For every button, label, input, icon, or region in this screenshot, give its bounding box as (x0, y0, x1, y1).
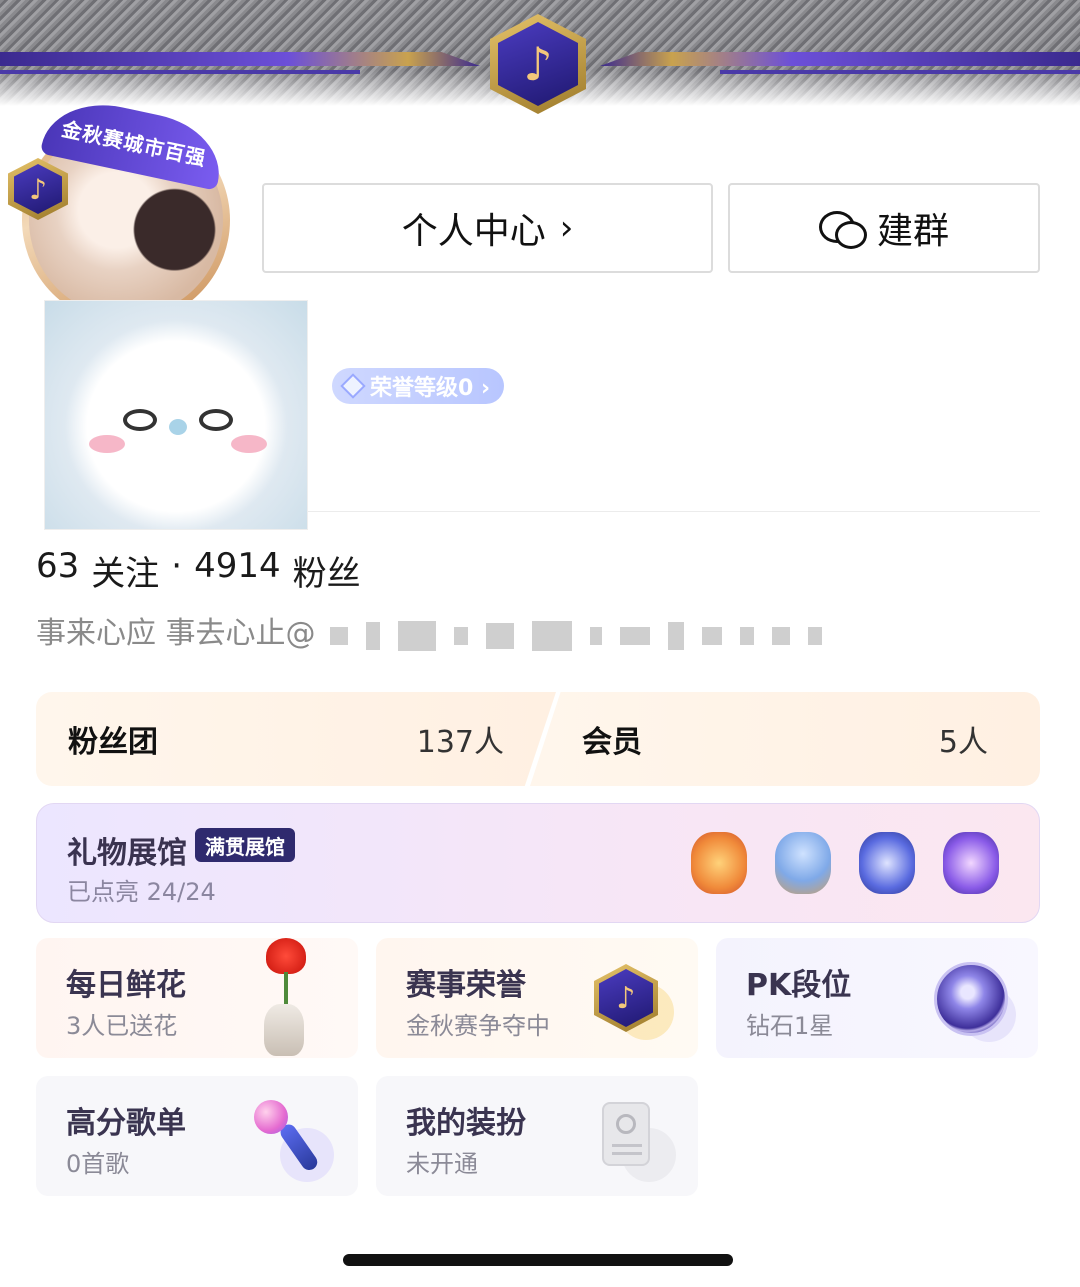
tile-title: 每日鲜花 (66, 968, 186, 1003)
sticker-cheek-right (231, 435, 267, 453)
honor-level-badge[interactable]: 荣誉等级0 › (332, 368, 505, 404)
fans-count[interactable]: 4914 (194, 546, 281, 595)
sticker-eye-right (199, 409, 233, 431)
event-honor-tile[interactable]: 赛事荣誉 金秋赛争夺中 ♪ (376, 938, 698, 1058)
member-card[interactable]: 会员 5人 (530, 692, 1040, 786)
rocket-gift-icon (943, 832, 999, 894)
id-card-icon (602, 1102, 650, 1166)
banner-band-left (0, 52, 480, 66)
banner-band-right (600, 52, 1080, 66)
profile-bio: 事来心应 事去心止@ (36, 616, 316, 651)
jellyfish-gift-icon (775, 832, 831, 894)
tile-subtitle: 3人已送花 (66, 1012, 178, 1040)
tile-title: PK段位 (746, 968, 852, 1003)
sticker-cheek-left (89, 435, 125, 453)
fan-club-title: 粉丝团 (68, 725, 158, 760)
tile-subtitle: 金秋赛争夺中 (406, 1012, 550, 1040)
member-count: 5人 (938, 725, 988, 760)
gift-hall-card[interactable]: 礼物展馆 满贯展馆 已点亮 24/24 (36, 803, 1040, 923)
home-indicator[interactable] (343, 1254, 733, 1266)
chat-bubbles-icon (818, 209, 867, 249)
rabbit-sticker (44, 300, 308, 530)
follow-stats[interactable]: 63 关注 · 4914 粉丝 (36, 546, 361, 595)
tile-title: 高分歌单 (66, 1106, 186, 1141)
tile-subtitle: 钻石1星 (746, 1012, 834, 1040)
tile-subtitle: 未开通 (406, 1150, 478, 1178)
dragon-gift-icon (859, 832, 915, 894)
sticker-nose (169, 419, 187, 435)
gift-hall-items (691, 832, 999, 894)
banner-band-thin-left (0, 70, 360, 74)
following-count[interactable]: 63 (36, 546, 79, 595)
create-group-button[interactable]: 建群 (728, 183, 1040, 273)
carnival-gift-icon (691, 832, 747, 894)
banner-band-thin-right (720, 70, 1080, 74)
fans-label[interactable]: 粉丝 (293, 546, 361, 595)
fan-club-row: 粉丝团 137人 会员 5人 (36, 692, 1040, 786)
fan-club-count: 137人 (416, 725, 504, 760)
gift-hall-tag: 满贯展馆 (195, 828, 295, 862)
avatar[interactable]: 金秋赛城市百强 ♪ (8, 92, 230, 324)
tile-title: 赛事荣誉 (406, 968, 526, 1003)
diamond-rank-icon (934, 962, 1008, 1036)
divider (308, 511, 1040, 512)
honor-level-label: 荣誉等级0 › (370, 376, 491, 401)
tile-title: 我的装扮 (406, 1106, 526, 1141)
sticker-eye-left (123, 409, 157, 431)
chevron-right-icon: › (559, 208, 574, 248)
create-group-label: 建群 (876, 211, 949, 252)
tile-subtitle: 0首歌 (66, 1150, 130, 1178)
my-outfit-tile[interactable]: 我的装扮 未开通 (376, 1076, 698, 1196)
diamond-icon (340, 373, 366, 399)
daily-flowers-tile[interactable]: 每日鲜花 3人已送花 (36, 938, 358, 1058)
top-songs-tile[interactable]: 高分歌单 0首歌 (36, 1076, 358, 1196)
rose-vase-icon (258, 938, 318, 1058)
member-title: 会员 (582, 725, 642, 760)
stats-separator: · (171, 546, 183, 586)
gift-hall-title: 礼物展馆 (67, 836, 187, 871)
following-label[interactable]: 关注 (91, 546, 159, 595)
redacted-mention (330, 618, 1040, 654)
avatar-banner-text: 金秋赛城市百强 (59, 116, 209, 171)
fan-club-card[interactable]: 粉丝团 137人 (36, 692, 556, 786)
gift-hall-progress: 已点亮 24/24 (67, 878, 216, 906)
pk-rank-tile[interactable]: PK段位 钻石1星 (716, 938, 1038, 1058)
microphone-icon (254, 1100, 321, 1180)
personal-center-button[interactable]: 个人中心 › (262, 183, 713, 273)
personal-center-label: 个人中心 (401, 211, 546, 252)
